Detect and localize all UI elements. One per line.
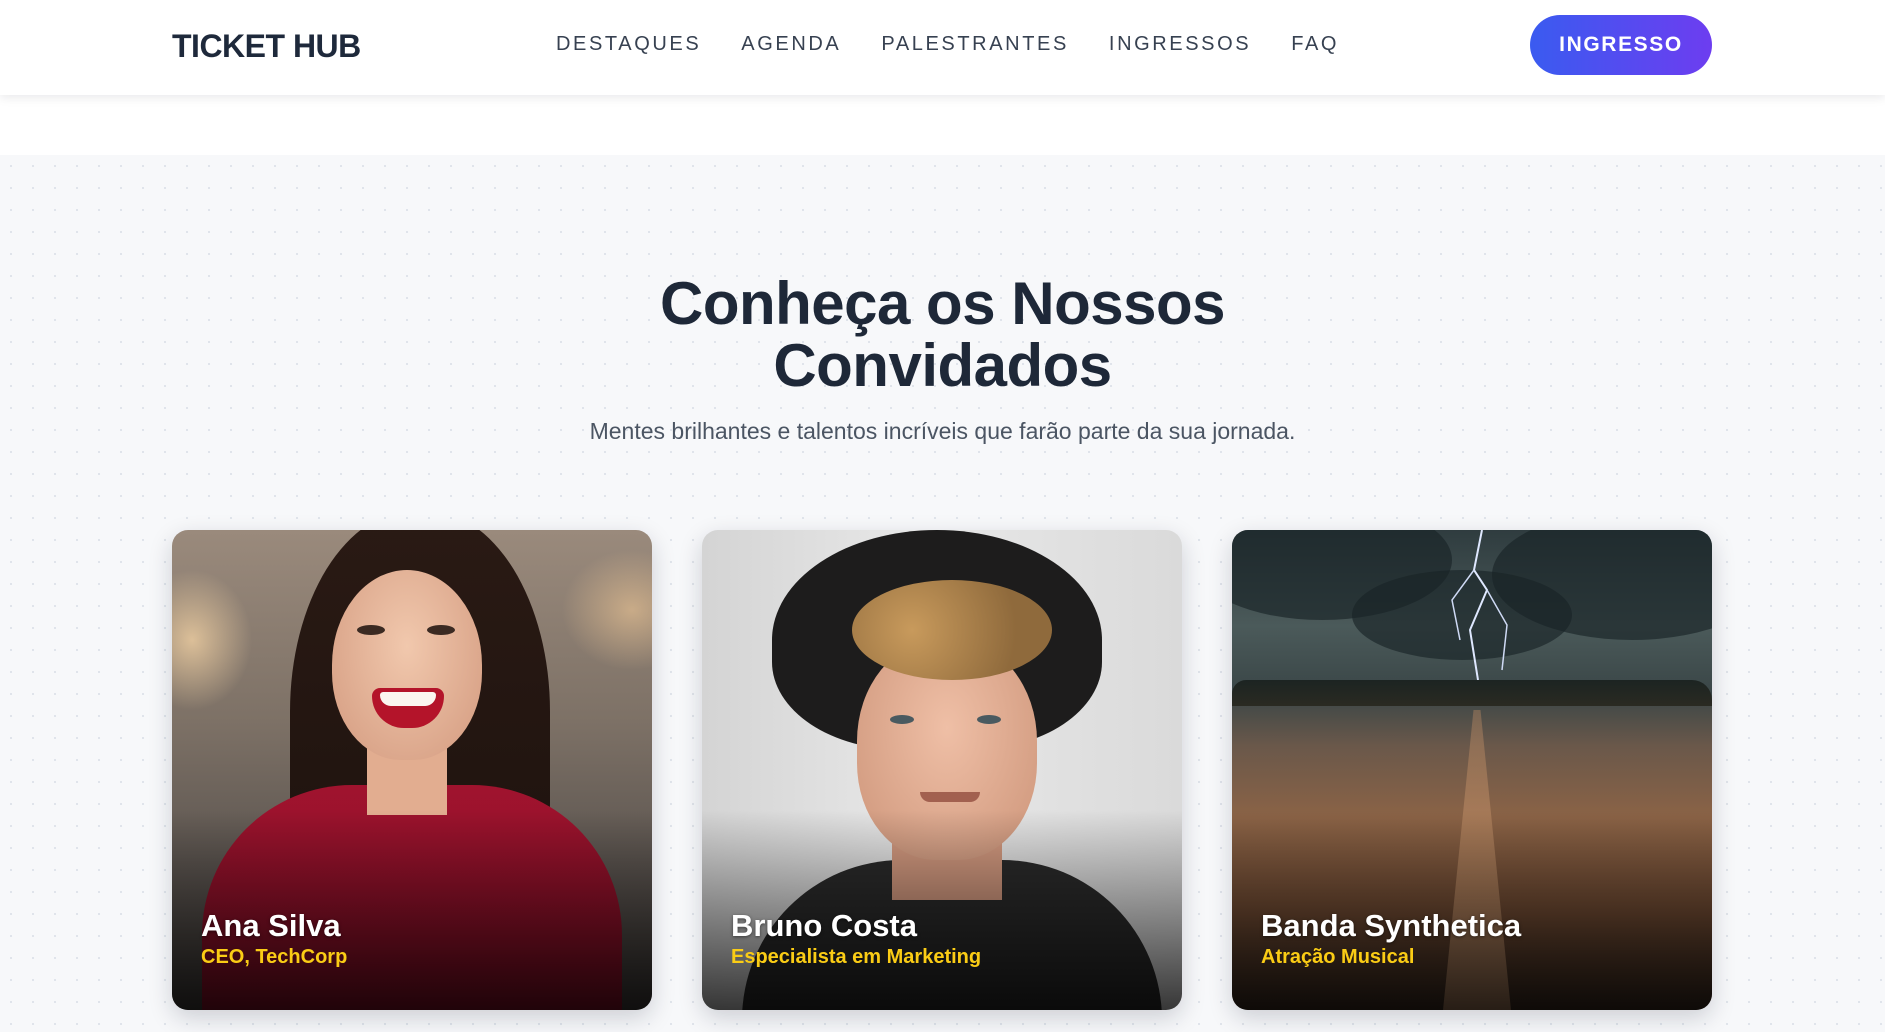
- section-title: Conheça os Nossos Convidados: [0, 273, 1885, 397]
- nav-link-ingressos[interactable]: INGRESSOS: [1109, 33, 1251, 56]
- lightning-icon: [1451, 530, 1508, 680]
- speaker-name: Ana Silva: [201, 908, 341, 943]
- speaker-role: Especialista em Marketing: [731, 946, 982, 968]
- speaker-card-ana-silva[interactable]: Ana Silva CEO, TechCorp: [172, 530, 652, 1010]
- speaker-card-bruno-costa[interactable]: Bruno Costa Especialista em Marketing: [702, 530, 1182, 1010]
- nav-link-faq[interactable]: FAQ: [1291, 33, 1339, 56]
- speakers-section: Conheça os Nossos Convidados Mentes bril…: [0, 155, 1885, 1032]
- section-subtitle: Mentes brilhantes e talentos incríveis q…: [589, 418, 1296, 444]
- section-title-line-1: Conheça os Nossos: [660, 270, 1226, 337]
- section-title-line-2: Convidados: [773, 332, 1112, 399]
- speaker-role: CEO, TechCorp: [201, 946, 348, 968]
- nav-link-agenda[interactable]: AGENDA: [741, 33, 841, 56]
- speaker-name: Banda Synthetica: [1261, 908, 1522, 943]
- ingresso-button[interactable]: INGRESSO: [1530, 15, 1712, 75]
- nav-link-destaques[interactable]: DESTAQUES: [556, 33, 701, 56]
- site-header: TICKET HUB DESTAQUES AGENDA PALESTRANTES…: [0, 0, 1885, 95]
- site-logo[interactable]: TICKET HUB: [172, 28, 361, 65]
- speaker-role: Atração Musical: [1261, 946, 1415, 968]
- speaker-card-banda-synthetica[interactable]: Banda Synthetica Atração Musical: [1232, 530, 1712, 1010]
- speaker-name: Bruno Costa: [731, 908, 917, 943]
- main-nav: DESTAQUES AGENDA PALESTRANTES INGRESSOS …: [556, 33, 1379, 56]
- nav-link-palestrantes[interactable]: PALESTRANTES: [881, 33, 1069, 56]
